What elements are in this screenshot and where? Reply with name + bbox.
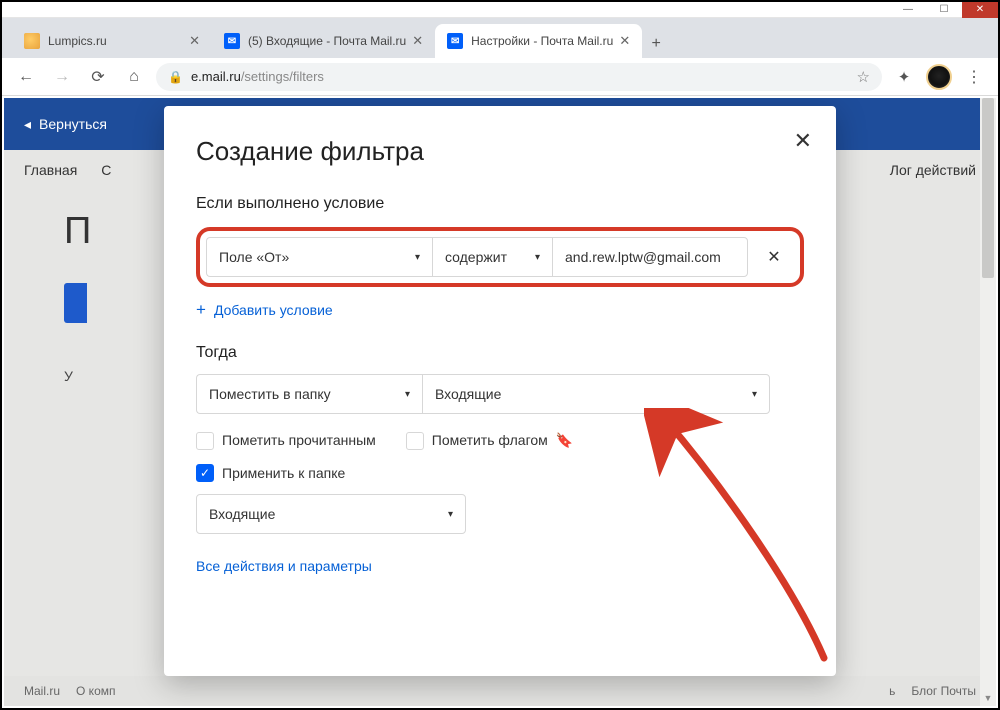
chevron-down-icon: ▾ [415, 252, 420, 263]
subnav-item-cut[interactable]: С [101, 162, 111, 178]
mark-read-checkbox[interactable]: Пометить прочитанным [196, 432, 376, 450]
page-viewport: ◂ Вернуться Главная С Лог действий П У M… [4, 98, 996, 706]
extensions-icon[interactable]: ✦ [890, 63, 918, 91]
new-tab-button[interactable]: + [642, 30, 670, 58]
chevron-down-icon: ▾ [405, 389, 410, 400]
footer-link-blog[interactable]: Блог Почты [911, 684, 976, 698]
tab-inbox[interactable]: ✉ (5) Входящие - Почта Mail.ru ✕ [212, 24, 435, 58]
favicon-mailru-icon: ✉ [447, 33, 463, 49]
page-scrollbar[interactable]: ▲ ▼ [980, 98, 996, 706]
all-actions-link[interactable]: Все действия и параметры [196, 558, 804, 574]
action-label: Поместить в папку [209, 386, 331, 402]
condition-row-highlight: Поле «От» ▾ содержит ▾ and.rew.lptw@gmai… [196, 227, 804, 287]
apply-folder-label: Применить к папке [222, 465, 345, 481]
modal-title: Создание фильтра [196, 136, 804, 167]
action-row: Поместить в папку ▾ Входящие ▾ [196, 374, 804, 414]
action-folder-label: Входящие [435, 386, 501, 402]
browser-menu-icon[interactable]: ⋮ [960, 63, 988, 91]
remove-condition-button[interactable]: ✕ [756, 237, 792, 277]
tab-close-icon[interactable]: ✕ [412, 33, 423, 49]
nav-back-button[interactable]: ← [12, 63, 40, 91]
subnav-item-log[interactable]: Лог действий [890, 162, 976, 178]
primary-button-cut[interactable] [64, 283, 87, 323]
mark-flag-checkbox[interactable]: Пометить флагом 🔖 [406, 432, 573, 450]
lock-icon: 🔒 [168, 70, 183, 84]
window-titlebar: — ☐ ✕ [2, 2, 998, 18]
chevron-down-icon: ▾ [535, 252, 540, 263]
tab-lumpics[interactable]: Lumpics.ru ✕ [12, 24, 212, 58]
condition-field-select[interactable]: Поле «От» ▾ [206, 237, 432, 277]
footer-link-about[interactable]: О комп [76, 684, 115, 698]
bookmark-star-icon[interactable]: ☆ [857, 68, 870, 86]
tab-close-icon[interactable]: ✕ [189, 33, 200, 49]
footer-link-mailru[interactable]: Mail.ru [24, 684, 60, 698]
browser-tabs: Lumpics.ru ✕ ✉ (5) Входящие - Почта Mail… [2, 18, 998, 58]
apply-folder-value: Входящие [209, 506, 275, 522]
tab-title: Lumpics.ru [48, 34, 183, 48]
checkbox-empty-icon [406, 432, 424, 450]
profile-avatar[interactable] [926, 64, 952, 90]
add-condition-link[interactable]: + Добавить условие [196, 301, 804, 318]
chevron-down-icon: ▾ [448, 509, 453, 520]
back-to-inbox-link[interactable]: ◂ Вернуться [24, 116, 107, 133]
scroll-thumb[interactable] [982, 98, 994, 278]
condition-value-text: and.rew.lptw@gmail.com [565, 249, 721, 265]
favicon-mailru-icon: ✉ [224, 33, 240, 49]
condition-operator-select[interactable]: содержит ▾ [432, 237, 552, 277]
action-select[interactable]: Поместить в папку ▾ [196, 374, 422, 414]
nav-reload-button[interactable]: ⟳ [84, 63, 112, 91]
mark-flag-label: Пометить флагом [432, 432, 548, 448]
apply-folder-select[interactable]: Входящие ▾ [196, 494, 466, 534]
tab-title: Настройки - Почта Mail.ru [471, 34, 613, 48]
checkbox-empty-icon [196, 432, 214, 450]
nav-home-button[interactable]: ⌂ [120, 63, 148, 91]
tab-close-icon[interactable]: ✕ [619, 33, 630, 49]
field-from-label: Поле «От» [219, 249, 289, 265]
condition-value-input[interactable]: and.rew.lptw@gmail.com [552, 237, 748, 277]
window-close[interactable]: ✕ [962, 2, 998, 18]
create-filter-modal: Создание фильтра ✕ Если выполнено услови… [164, 106, 836, 676]
footer-cut: ь [889, 684, 895, 698]
checkbox-row: Пометить прочитанным Пометить флагом 🔖 [196, 432, 804, 450]
subnav-item-main[interactable]: Главная [24, 162, 77, 178]
url-path: /settings/filters [241, 69, 324, 84]
back-label: Вернуться [39, 116, 107, 132]
favicon-lumpics-icon [24, 33, 40, 49]
url-input[interactable]: 🔒 e.mail.ru/settings/filters ☆ [156, 63, 882, 91]
address-bar: ← → ⟳ ⌂ 🔒 e.mail.ru/settings/filters ☆ ✦… [2, 58, 998, 96]
checkbox-checked-icon: ✓ [196, 464, 214, 482]
tab-title: (5) Входящие - Почта Mail.ru [248, 34, 406, 48]
chevron-down-icon: ▾ [752, 389, 757, 400]
url-host: e.mail.ru [191, 69, 241, 84]
plus-icon: + [196, 301, 206, 318]
nav-forward-button[interactable]: → [48, 63, 76, 91]
tab-settings[interactable]: ✉ Настройки - Почта Mail.ru ✕ [435, 24, 642, 58]
caret-left-icon: ◂ [24, 116, 31, 133]
page-footer: Mail.ru О комп ь Блог Почты [4, 676, 996, 706]
if-condition-label: Если выполнено условие [196, 195, 804, 213]
action-folder-select[interactable]: Входящие ▾ [422, 374, 770, 414]
add-condition-label: Добавить условие [214, 302, 333, 318]
modal-close-button[interactable]: ✕ [794, 128, 812, 154]
mark-read-label: Пометить прочитанным [222, 432, 376, 448]
window-minimize[interactable]: — [890, 2, 926, 18]
operator-label: содержит [445, 249, 507, 265]
flag-icon: 🔖 [556, 432, 573, 448]
window-maximize[interactable]: ☐ [926, 2, 962, 18]
scroll-down-icon[interactable]: ▼ [980, 690, 996, 706]
apply-to-folder-checkbox[interactable]: ✓ Применить к папке [196, 464, 804, 482]
then-label: Тогда [196, 344, 804, 362]
